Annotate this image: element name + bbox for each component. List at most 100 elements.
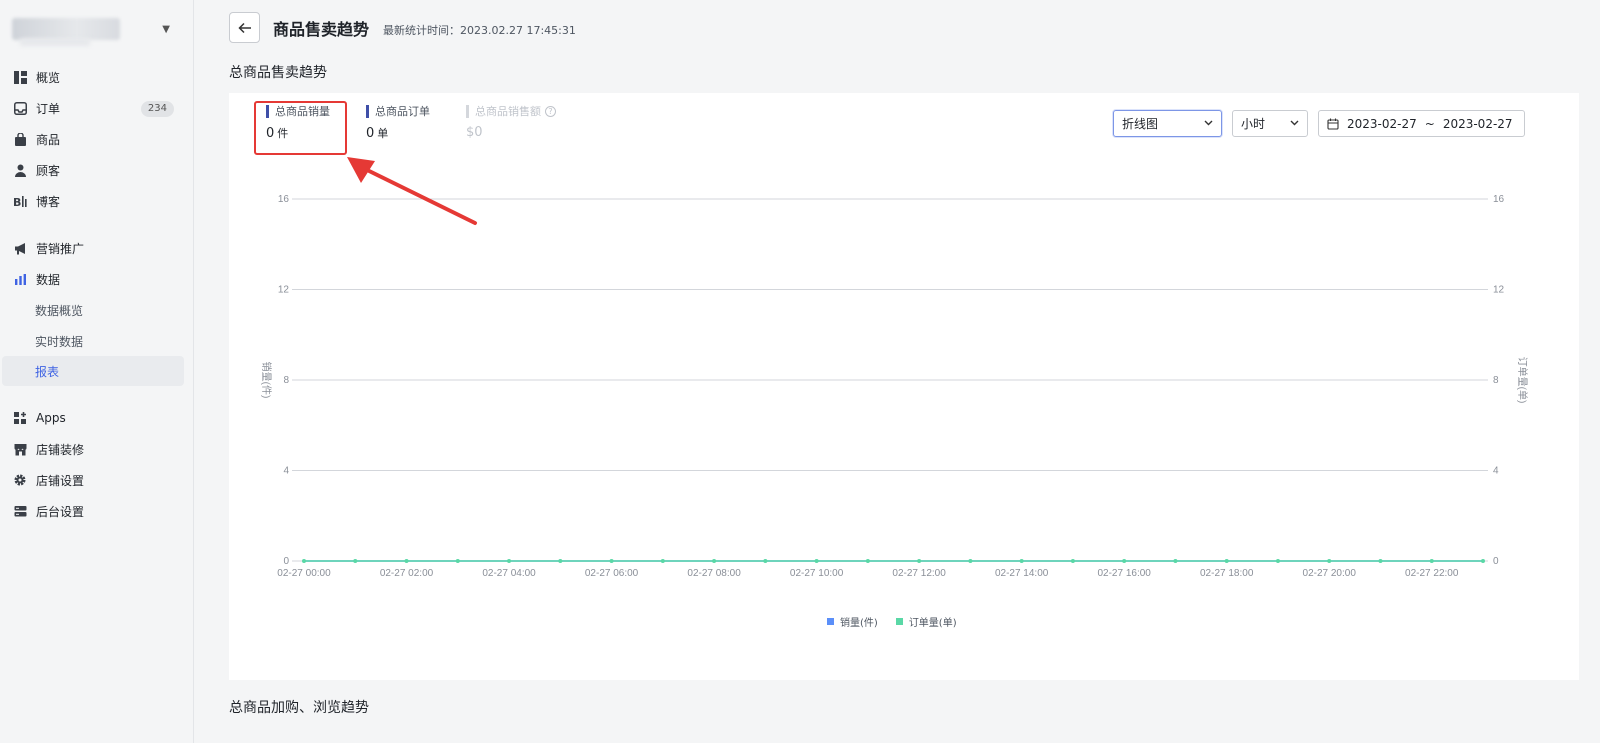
sidebar-item-label: 后台设置 (36, 504, 85, 519)
y-tick-label-left: 8 (283, 375, 289, 386)
data-point (968, 559, 973, 563)
y-tick-label-left: 4 (283, 466, 289, 477)
person-icon (12, 162, 28, 178)
data-point (353, 559, 358, 563)
data-point (1481, 559, 1485, 563)
arrow-left-icon (237, 22, 251, 33)
y-tick-label-right: 12 (1493, 285, 1505, 296)
x-tick-label: 02-27 12:00 (892, 568, 946, 579)
data-point (455, 559, 460, 563)
sidebar-item-label: 店铺装修 (36, 442, 85, 457)
gear-icon (12, 472, 28, 488)
y-tick-label-right: 8 (1493, 375, 1499, 386)
sidebar: ▼ 概览 订单 234 商品 顾客 B 博客 营销推广 数据 数据概览 实时数据… (0, 0, 194, 743)
annotation-arrow (347, 157, 477, 225)
y-tick-label-right: 4 (1493, 466, 1499, 477)
data-point (1275, 559, 1280, 563)
sidebar-item-store-design[interactable]: 店铺装修 (2, 434, 184, 464)
y-tick-label-left: 12 (278, 285, 290, 296)
sidebar-item-blog[interactable]: B 博客 (2, 186, 184, 216)
sidebar-item-label: 营销推广 (36, 241, 85, 256)
x-tick-label: 02-27 02:00 (380, 568, 434, 579)
sidebar-item-label: 订单 (36, 101, 61, 116)
data-point (609, 559, 614, 563)
legend-item-orders[interactable]: 订单量(单) (895, 614, 957, 629)
sidebar-item-label: 数据 (36, 272, 61, 287)
sidebar-item-customers[interactable]: 顾客 (2, 155, 184, 185)
store-icon (12, 441, 28, 457)
sidebar-item-realtime-data[interactable]: 实时数据 (2, 326, 184, 356)
sidebar-item-label: Apps (36, 411, 66, 425)
sidebar-item-data[interactable]: 数据 (2, 264, 184, 294)
svg-text:B: B (13, 196, 21, 208)
data-point (660, 559, 665, 563)
server-icon (12, 503, 28, 519)
chart-legend: 销量(件) 订单量(单) (827, 614, 957, 629)
dashboard-icon (12, 69, 28, 85)
sidebar-item-products[interactable]: 商品 (2, 124, 184, 154)
bar-chart-icon (12, 271, 28, 287)
data-point (917, 559, 922, 563)
sidebar-item-label: 顾客 (36, 163, 61, 178)
data-point (1019, 559, 1024, 563)
x-tick-label: 02-27 22:00 (1405, 568, 1459, 579)
y-tick-label-left: 16 (278, 194, 290, 205)
main-content: 商品售卖趋势 最新统计时间：2023.02.27 17:45:31 总商品售卖趋… (195, 0, 1600, 743)
sidebar-item-data-overview[interactable]: 数据概览 (2, 295, 184, 325)
legend-label: 销量(件) (840, 618, 878, 629)
sidebar-item-admin-settings[interactable]: 后台设置 (2, 496, 184, 526)
apps-icon (12, 410, 28, 426)
sidebar-item-apps[interactable]: Apps (2, 403, 184, 433)
data-point (302, 559, 306, 563)
y-tick-label-left: 0 (283, 556, 289, 567)
back-button[interactable] (229, 12, 260, 43)
megaphone-icon (12, 240, 28, 256)
inbox-icon (12, 100, 28, 116)
y-tick-label-right: 0 (1493, 556, 1499, 567)
data-point (1224, 559, 1229, 563)
store-switcher[interactable]: ▼ (12, 12, 182, 46)
blog-icon: B (12, 193, 28, 209)
y-tick-label-right: 16 (1493, 194, 1505, 205)
data-point (865, 559, 870, 563)
data-point (404, 559, 409, 563)
legend-label: 订单量(单) (908, 618, 957, 629)
x-tick-label: 02-27 08:00 (687, 568, 741, 579)
sidebar-item-label: 实时数据 (35, 334, 84, 349)
x-tick-label: 02-27 20:00 (1303, 568, 1357, 579)
section-title-cart-view-trend: 总商品加购、浏览趋势 (229, 700, 369, 716)
sidebar-item-marketing[interactable]: 营销推广 (2, 233, 184, 263)
data-point (763, 559, 768, 563)
sidebar-item-label: 店铺设置 (36, 473, 85, 488)
data-point (712, 559, 717, 563)
y-axis-title-left: 销量(件) (260, 362, 273, 399)
sidebar-item-label: 报表 (35, 364, 60, 379)
data-point (1173, 559, 1178, 563)
store-logo (12, 18, 120, 40)
section-title-sales-trend: 总商品售卖趋势 (229, 65, 327, 81)
sidebar-item-label: 概览 (36, 70, 61, 85)
x-tick-label: 02-27 06:00 (585, 568, 639, 579)
x-tick-label: 02-27 16:00 (1097, 568, 1151, 579)
data-point (558, 559, 563, 563)
sidebar-item-store-settings[interactable]: 店铺设置 (2, 465, 184, 495)
bag-icon (12, 131, 28, 147)
data-point (1327, 559, 1332, 563)
data-point (1070, 559, 1075, 563)
sidebar-item-overview[interactable]: 概览 (2, 62, 184, 92)
data-point (507, 559, 512, 563)
y-axis-title-right: 订单量(单) (1516, 357, 1528, 404)
data-point (1429, 559, 1434, 563)
sidebar-item-orders[interactable]: 订单 234 (2, 93, 184, 123)
data-point (1378, 559, 1383, 563)
x-tick-label: 02-27 10:00 (790, 568, 844, 579)
x-tick-label: 02-27 04:00 (482, 568, 536, 579)
sidebar-item-reports[interactable]: 报表 (2, 356, 184, 386)
x-tick-label: 02-27 14:00 (995, 568, 1049, 579)
last-updated-text: 最新统计时间：2023.02.27 17:45:31 (383, 24, 576, 37)
legend-item-sales[interactable]: 销量(件) (827, 614, 878, 629)
x-tick-label: 02-27 00:00 (277, 568, 331, 579)
sidebar-item-label: 商品 (36, 132, 61, 147)
sidebar-item-label: 博客 (36, 194, 61, 209)
data-point (814, 559, 819, 563)
